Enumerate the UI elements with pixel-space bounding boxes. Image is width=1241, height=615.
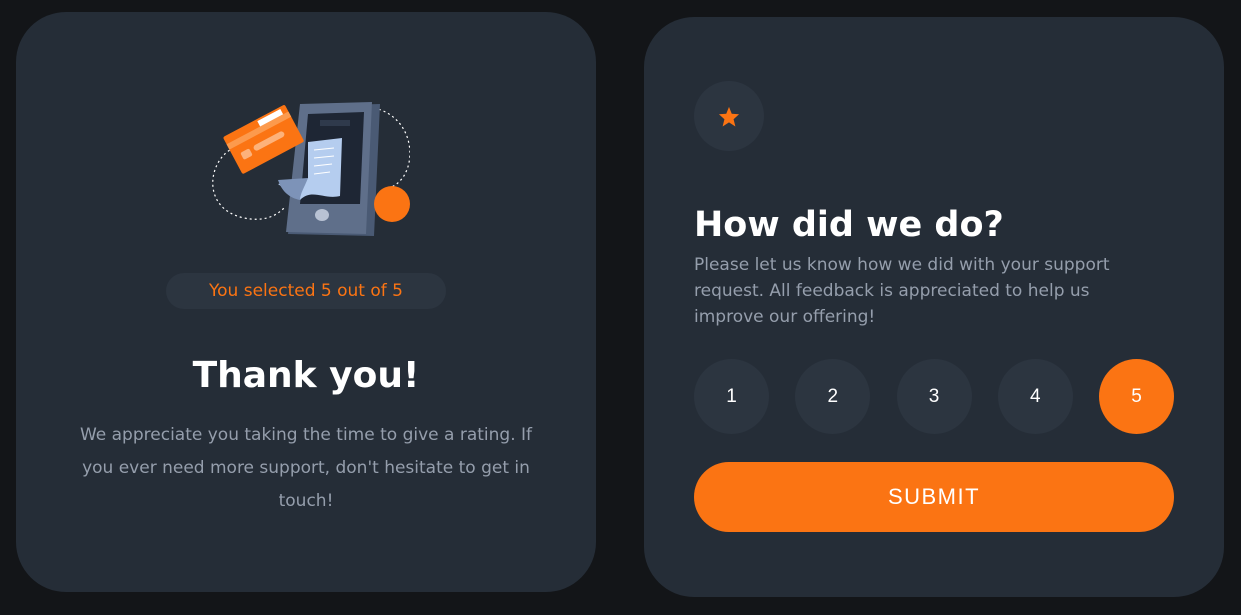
thank-you-card: You selected 5 out of 5 Thank you! We ap… <box>16 12 596 592</box>
star-icon <box>718 106 740 127</box>
star-badge <box>694 81 764 151</box>
rating-option-2[interactable]: 2 <box>795 359 871 434</box>
rating-card: How did we do? Please let us know how we… <box>644 17 1224 597</box>
rating-option-1[interactable]: 1 <box>694 359 769 434</box>
thank-you-title: Thank you! <box>192 355 420 396</box>
rating-option-4[interactable]: 4 <box>997 359 1073 434</box>
thank-you-message: We appreciate you taking the time to giv… <box>79 425 533 511</box>
selected-rating-pill: You selected 5 out of 5 <box>166 273 446 309</box>
submit-button[interactable]: SUBMIT <box>694 462 1174 532</box>
rating-title: How did we do? <box>694 205 1004 245</box>
rating-option-3[interactable]: 3 <box>896 359 972 434</box>
rating-option-5[interactable]: 5 <box>1099 359 1174 434</box>
rating-description: Please let us know how we did with your … <box>694 255 1110 327</box>
rating-options: 1 2 3 4 5 <box>694 359 1174 434</box>
selected-rating-text: You selected 5 out of 5 <box>209 281 403 301</box>
payment-phone-card-illustration <box>212 102 410 236</box>
